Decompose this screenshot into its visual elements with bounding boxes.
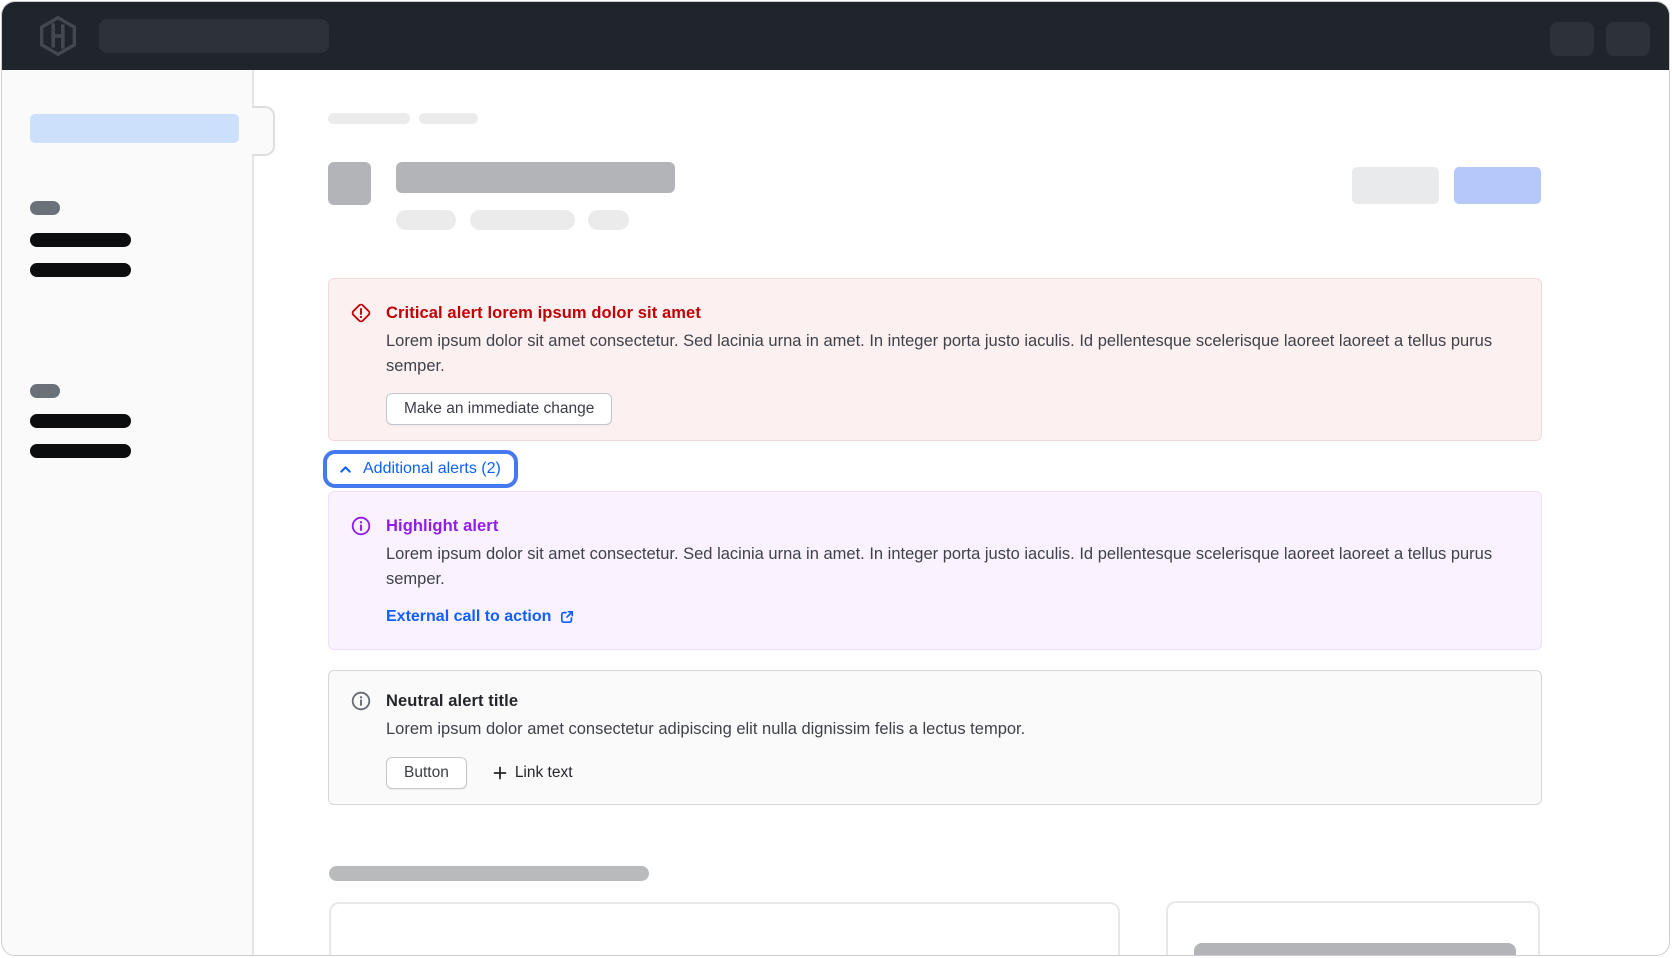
sidebar	[2, 70, 254, 956]
highlight-alert-body: Lorem ipsum dolor sit amet consectetur. …	[386, 542, 1498, 592]
card-content-skeleton	[1194, 943, 1516, 956]
card-content-skeleton	[477, 955, 977, 956]
topbar-action-button-2[interactable]	[1606, 22, 1650, 56]
plus-icon	[493, 766, 507, 780]
badge-skeleton	[588, 210, 629, 230]
badge-skeleton	[470, 210, 575, 230]
neutral-alert: Neutral alert title Lorem ipsum dolor am…	[328, 670, 1542, 805]
chevron-up-icon	[337, 461, 354, 478]
topbar-action-button-1[interactable]	[1550, 22, 1594, 56]
card-placeholder-left	[329, 902, 1120, 956]
page-title-skeleton	[396, 162, 675, 193]
sidebar-item-skeleton	[30, 414, 131, 428]
critical-alert-title: Critical alert lorem ipsum dolor sit ame…	[386, 301, 1498, 325]
page-icon-skeleton	[328, 162, 371, 205]
breadcrumb-skeleton	[328, 113, 410, 124]
critical-alert: Critical alert lorem ipsum dolor sit ame…	[328, 278, 1542, 441]
sidebar-active-item[interactable]	[30, 114, 239, 143]
sidebar-item-skeleton	[30, 233, 131, 247]
neutral-link-label: Link text	[515, 764, 573, 782]
hashicorp-logo-icon[interactable]	[40, 16, 76, 56]
critical-alert-content: Critical alert lorem ipsum dolor sit ame…	[386, 301, 1498, 440]
additional-alerts-label: Additional alerts (2)	[363, 460, 501, 478]
neutral-alert-title: Neutral alert title	[386, 689, 1025, 713]
neutral-alert-button[interactable]: Button	[386, 757, 467, 789]
neutral-alert-body: Lorem ipsum dolor amet consectetur adipi…	[386, 717, 1025, 742]
highlight-alert-external-link[interactable]: External call to action	[386, 608, 575, 626]
info-circle-icon	[350, 690, 372, 712]
secondary-button-placeholder[interactable]	[1352, 167, 1439, 204]
section-title-skeleton	[329, 866, 649, 881]
sidebar-section-label-skeleton	[30, 384, 60, 398]
highlight-alert-content: Highlight alert Lorem ipsum dolor sit am…	[386, 514, 1498, 649]
external-link-label: External call to action	[386, 608, 551, 626]
critical-alert-body: Lorem ipsum dolor sit amet consectetur. …	[386, 329, 1498, 379]
info-circle-icon	[350, 515, 372, 537]
alert-diamond-icon	[350, 302, 372, 324]
additional-alerts-toggle[interactable]: Additional alerts (2)	[323, 450, 518, 488]
neutral-alert-link[interactable]: Link text	[493, 764, 573, 782]
critical-alert-action-button[interactable]: Make an immediate change	[386, 393, 612, 425]
topbar	[2, 2, 1669, 70]
sidebar-collapse-handle[interactable]	[252, 106, 275, 156]
sidebar-section-label-skeleton	[30, 201, 60, 215]
primary-button-placeholder[interactable]	[1454, 167, 1541, 204]
app-window: Critical alert lorem ipsum dolor sit ame…	[1, 1, 1670, 956]
sidebar-item-skeleton	[30, 263, 131, 277]
neutral-alert-content: Neutral alert title Lorem ipsum dolor am…	[386, 689, 1025, 804]
highlight-alert: Highlight alert Lorem ipsum dolor sit am…	[328, 491, 1542, 650]
highlight-alert-title: Highlight alert	[386, 514, 1498, 538]
sidebar-item-skeleton	[30, 444, 131, 458]
neutral-alert-actions: Button Link text	[386, 757, 1025, 789]
external-link-icon	[559, 609, 575, 625]
breadcrumb-skeleton	[419, 113, 478, 124]
badge-skeleton	[396, 210, 456, 230]
global-search-input[interactable]	[99, 19, 329, 53]
card-placeholder-right	[1166, 901, 1540, 956]
